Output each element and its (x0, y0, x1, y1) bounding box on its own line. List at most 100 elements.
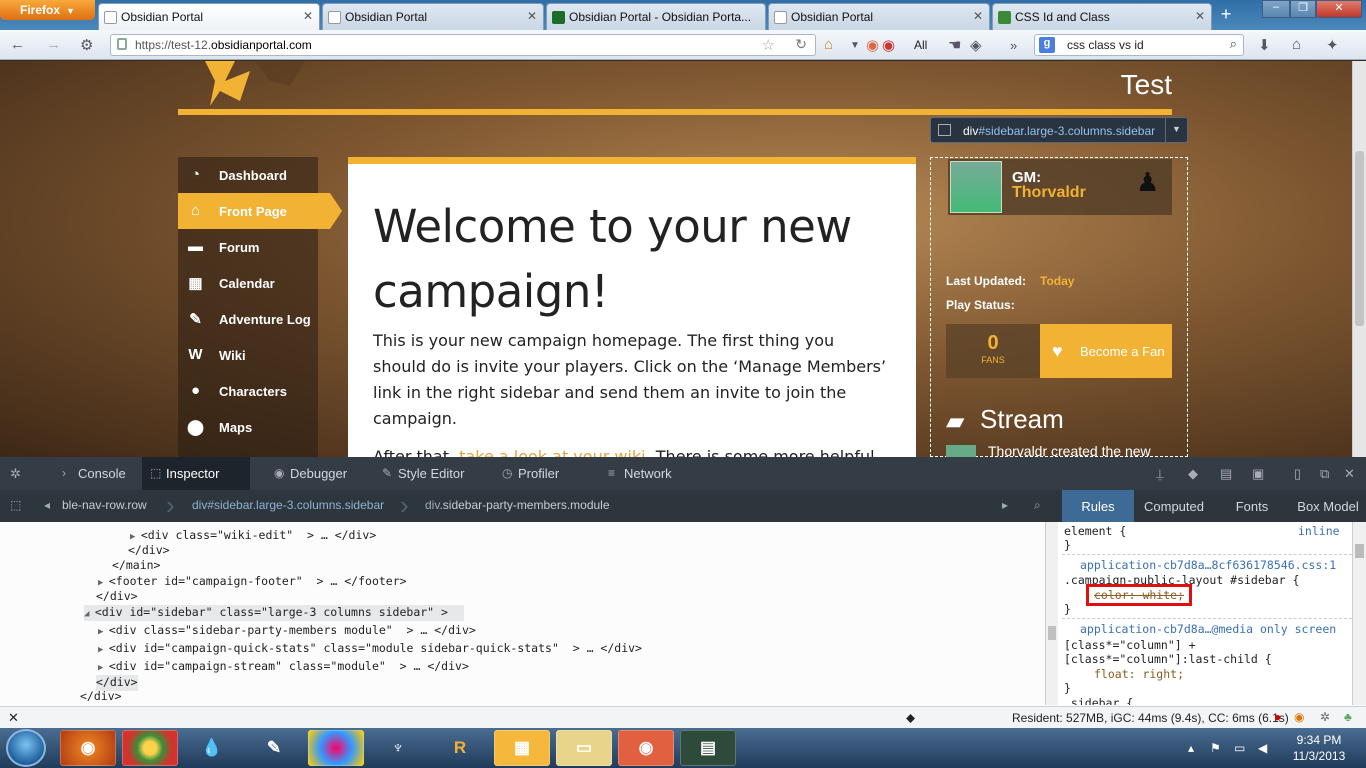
collapse-twisty-icon[interactable]: ◢ (84, 609, 95, 619)
markup-line[interactable]: ▶ <footer id="campaign-footer" > … </foo… (98, 574, 407, 590)
addon-status-icon[interactable]: ◉ (1294, 710, 1304, 724)
action-center-flag-icon[interactable]: ⚑ (1210, 741, 1221, 755)
taskbar-firefox-icon[interactable]: ◉ (60, 730, 116, 766)
taskbar-r-app-icon[interactable]: R (432, 730, 488, 766)
home-icon[interactable]: ⌂ (1292, 36, 1301, 53)
markup-scrollbar[interactable] (1045, 522, 1058, 705)
new-tab-button[interactable]: + (1213, 4, 1239, 28)
expand-twisty-icon[interactable]: ▶ (98, 627, 109, 637)
browser-tab[interactable]: Obsidian Portal - Obsidian Porta... (546, 3, 766, 30)
tab-console[interactable]: › Console (54, 457, 142, 490)
close-tab-icon[interactable]: ✕ (1195, 9, 1205, 23)
rule-source[interactable]: inline (1298, 524, 1340, 540)
taskbar-chrome-icon[interactable] (122, 730, 178, 766)
tree-icon[interactable]: ♣ (1344, 710, 1352, 724)
wiki-link[interactable]: take a look at your wiki (459, 447, 645, 457)
browser-tab[interactable]: Obsidian Portal ✕ (768, 3, 990, 30)
breadcrumb-item[interactable]: ble-nav-row.row (62, 498, 147, 512)
bookmark-star-icon[interactable]: ☆ (762, 36, 775, 54)
markup-line[interactable]: </div> (96, 589, 138, 605)
rule-source[interactable]: application-cb7d8a…@media only screen (1080, 622, 1336, 638)
breadcrumb-item-selected[interactable]: div#sidebar.large-3.columns.sidebar (192, 498, 384, 512)
expand-twisty-icon[interactable]: ▶ (98, 663, 109, 673)
download-icon[interactable]: ⬇ (1258, 36, 1271, 54)
tab-inspector[interactable]: ⬚ Inspector (142, 457, 250, 490)
rules-scrollbar[interactable] (1352, 522, 1366, 705)
firefox-menu-button[interactable]: Firefox ▼ (0, 0, 95, 20)
tab-computed[interactable]: Computed (1138, 490, 1210, 522)
bookmarks-menu-icon[interactable]: ✦ (1326, 36, 1339, 54)
browser-tab[interactable]: CSS Id and Class ✕ (992, 3, 1212, 30)
markup-line[interactable]: ▶ <div class="wiki-edit" > … </div> (130, 528, 376, 544)
shield-icon[interactable]: ◈ (970, 36, 982, 54)
taskbar-file-manager-icon[interactable]: ▦ (494, 730, 550, 766)
scratchpad-icon[interactable]: ▤ (1220, 466, 1232, 482)
browser-tab[interactable]: Obsidian Portal ✕ (322, 3, 544, 30)
become-fan-button[interactable]: ♥ Become a Fan (1040, 324, 1172, 378)
bookmarks-all-menu[interactable]: All (914, 38, 927, 52)
expand-twisty-icon[interactable]: ▶ (98, 578, 109, 588)
taskbar-paint-icon[interactable]: ✎ (246, 730, 302, 766)
minimize-window-button[interactable]: – (1262, 0, 1290, 18)
forward-arrow-icon[interactable]: → (46, 36, 61, 53)
tab-debugger[interactable]: ◉ Debugger (266, 457, 360, 490)
pick-element-icon[interactable] (938, 124, 951, 136)
expand-twisty-icon[interactable]: ▶ (98, 645, 109, 655)
separate-window-icon[interactable]: ⧉ (1320, 466, 1329, 482)
close-tab-icon[interactable]: ✕ (527, 9, 537, 23)
url-bar[interactable]: https://test-12.obsidianportal.com ☆ ↻ (110, 34, 816, 56)
rule-selector[interactable]: .sidebar { (1064, 696, 1133, 705)
tab-fonts[interactable]: Fonts (1218, 490, 1286, 522)
taskbar-water-drop-icon[interactable]: 💧 (184, 730, 240, 766)
breadcrumb-scroll-left-icon[interactable]: ◂ (44, 498, 50, 512)
taskbar-skyrim-icon[interactable]: ♆ (370, 730, 426, 766)
rule-selector[interactable]: element { (1064, 524, 1126, 540)
responsive-icon[interactable]: ⍊ (1156, 466, 1164, 482)
scrollbar-thumb[interactable] (1355, 544, 1364, 558)
system-clock[interactable]: 9:34 PM 11/3/2013 (1284, 732, 1354, 764)
tab-box-model[interactable]: Box Model (1292, 490, 1364, 522)
tab-network[interactable]: ≡ Network (600, 457, 692, 490)
page-scrollbar[interactable] (1352, 61, 1366, 457)
nav-item-maps[interactable]: ⬤ Maps (178, 409, 318, 445)
markup-line[interactable]: ▶ <div class="sidebar-party-members modu… (98, 623, 476, 639)
hand-icon[interactable]: ☚ (948, 36, 961, 54)
resize-grip-icon[interactable]: ⬥ (906, 710, 915, 726)
scrollbar-thumb[interactable] (1048, 626, 1056, 640)
chevron-down-icon[interactable]: ▼ (1165, 118, 1187, 142)
search-icon[interactable]: ⌕ (1034, 498, 1041, 513)
tray-show-hidden-icon[interactable]: ▴ (1188, 741, 1194, 755)
close-tab-icon[interactable]: ✕ (973, 9, 983, 23)
markup-line[interactable]: ▶ <div id="campaign-quick-stats" class="… (98, 641, 642, 657)
browser-tab[interactable]: Obsidian Portal ✕ (98, 3, 320, 30)
nav-item-adventure-log[interactable]: ✎ Adventure Log (178, 301, 318, 337)
start-button[interactable] (6, 729, 46, 767)
taskbar-eye-app-icon[interactable]: ◉ (618, 730, 674, 766)
markup-line[interactable]: </main> (112, 558, 160, 574)
maximize-window-button[interactable]: ❐ (1290, 0, 1316, 18)
chevron-down-icon[interactable]: ▼ (850, 40, 860, 51)
tab-profiler[interactable]: ◷ Profiler (494, 457, 582, 490)
gm-name[interactable]: Thorvaldr (1012, 184, 1086, 202)
nav-item-front-page[interactable]: ⌂ Front Page (178, 193, 342, 229)
nav-item-dashboard[interactable]: ◔ Dashboard (178, 157, 318, 193)
close-tab-icon[interactable]: ✕ (303, 9, 313, 23)
gear-icon[interactable]: ✲ (10, 466, 21, 482)
volume-muted-icon[interactable]: ◀ (1258, 741, 1267, 755)
tab-style-editor[interactable]: ✎ Style Editor (374, 457, 486, 490)
close-window-button[interactable]: ✕ (1316, 0, 1362, 18)
taskbar-color-app-icon[interactable] (308, 730, 364, 766)
gear-icon[interactable]: ✲ (1320, 710, 1330, 724)
markup-line[interactable]: </div> (128, 543, 170, 559)
dock-side-icon[interactable]: ▯ (1294, 466, 1301, 482)
taskbar-explorer-icon[interactable]: ▭ (556, 730, 612, 766)
network-icon[interactable]: ▭ (1234, 741, 1245, 755)
breadcrumb-item[interactable]: div.sidebar-party-members.module (425, 498, 610, 512)
overflow-chevron-icon[interactable]: » (1010, 38, 1017, 53)
close-icon[interactable]: ✕ (1344, 466, 1355, 482)
search-icon[interactable]: ⌕ (1230, 36, 1237, 52)
stumbleupon-icon[interactable]: ◉ (866, 36, 879, 54)
addon-icon[interactable]: ◉ (882, 36, 895, 54)
3d-view-icon[interactable]: ◆ (1188, 466, 1198, 482)
nav-item-wiki[interactable]: W Wiki (178, 337, 318, 373)
